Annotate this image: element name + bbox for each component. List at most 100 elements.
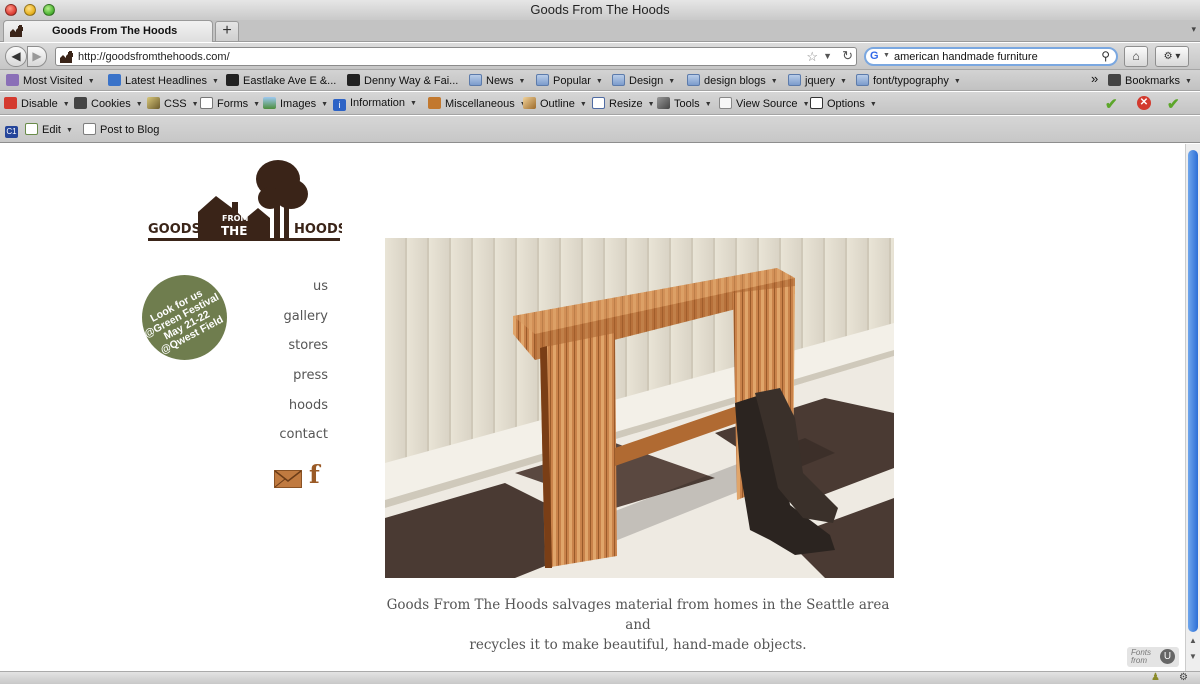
bookmark-label: Design [629, 75, 664, 87]
devtoolbar-cookies-menu[interactable]: Cookies ▼ [74, 97, 143, 111]
post-to-blog-button[interactable]: Post to Blog [83, 123, 159, 137]
logo-hoods-text: HOODS [294, 222, 342, 237]
nav-link-hoods[interactable]: hoods [279, 397, 328, 427]
resize-icon [592, 97, 605, 109]
cookies-icon [74, 97, 87, 109]
devtoolbar-label: Tools [674, 98, 700, 110]
devtoolbar-label: Images [280, 98, 317, 110]
post-icon [83, 123, 96, 135]
extension-menu-button[interactable]: ⚙ ▾ [1155, 46, 1189, 67]
scroll-up-icon[interactable]: ▲ [1189, 636, 1197, 645]
devtoolbar-label: Resize [609, 98, 643, 110]
green-festival-badge[interactable]: Look for us @Green Festival May 21-22 @Qwes… [142, 275, 227, 360]
html-valid-check-icon[interactable]: ✔ [1167, 95, 1180, 113]
chevron-down-icon: ▼ [668, 78, 676, 85]
c1-button[interactable]: C1 [5, 123, 22, 138]
bookmark-item[interactable]: design blogs ▼ [687, 74, 778, 88]
devtoolbar-resize-menu[interactable]: Resize ▼ [592, 97, 655, 111]
chevron-down-icon: ▼ [839, 78, 847, 85]
yslow-icon[interactable]: ♟ [1151, 672, 1160, 683]
tools-icon [657, 97, 670, 109]
rss-icon [108, 74, 121, 86]
bookmark-label: design blogs [704, 75, 766, 87]
nav-link-us[interactable]: us [279, 278, 328, 308]
devtoolbar-options-menu[interactable]: Options ▼ [810, 97, 877, 111]
bookmark-item[interactable]: font/typography ▼ [856, 74, 961, 88]
devtoolbar-css-menu[interactable]: CSS ▼ [147, 97, 199, 111]
bookmarks-overflow-chevron[interactable]: » [1091, 72, 1098, 85]
back-button[interactable]: ◀ [5, 46, 27, 67]
scrollbar-thumb[interactable] [1188, 150, 1198, 632]
url-bar[interactable]: http://goodsfromthehoods.com/ ☆ ▼ ↻ [55, 47, 857, 66]
bookmark-star-icon[interactable]: ☆ [806, 49, 818, 65]
goods-from-the-hoods-logo[interactable]: GOODS FROM THE HOODS [146, 160, 342, 242]
folder-icon [469, 74, 482, 86]
google-search-engine-icon[interactable]: G [870, 50, 879, 62]
home-button[interactable]: ⌂ [1124, 46, 1148, 67]
zoom-window-icon[interactable] [43, 4, 55, 16]
bookmark-item[interactable]: News ▼ [469, 74, 525, 88]
devtoolbar-label: Cookies [91, 98, 131, 110]
bookmark-label: News [486, 75, 514, 87]
css-valid-check-icon[interactable]: ✔ [1105, 95, 1118, 113]
devtoolbar-forms-menu[interactable]: Forms ▼ [200, 97, 260, 111]
tab-bar: Goods From The Hoods + ▾ [0, 20, 1200, 42]
nav-link-contact[interactable]: contact [279, 426, 328, 456]
reload-icon[interactable]: ↻ [842, 48, 853, 64]
folder-icon [612, 74, 625, 86]
search-engine-dropdown-icon[interactable]: ▼ [883, 52, 890, 59]
bookmark-item[interactable]: Design ▼ [612, 74, 675, 88]
new-tab-button[interactable]: + [215, 21, 239, 41]
bookmark-item[interactable]: Most Visited ▼ [6, 74, 95, 88]
bookmark-item[interactable]: Eastlake Ave E &... [226, 74, 336, 88]
devtoolbar-information-menu[interactable]: i Information ▼ [333, 97, 417, 111]
history-dropdown-icon[interactable]: ▼ [823, 51, 832, 61]
logo-goods-text: GOODS [148, 222, 201, 237]
information-icon: i [333, 99, 346, 111]
chevron-down-icon: ▼ [135, 101, 143, 108]
edit-menu-button[interactable]: Edit ▼ [25, 123, 73, 137]
bookmark-label: jquery [805, 75, 835, 87]
fonts-from-badge[interactable]: Fonts from U [1127, 647, 1179, 667]
devtoolbar-outline-menu[interactable]: Outline ▼ [523, 97, 587, 111]
tab-goods-from-the-hoods[interactable]: Goods From The Hoods [3, 20, 213, 42]
bookmark-label: Latest Headlines [125, 75, 207, 87]
nav-link-press[interactable]: press [279, 367, 328, 397]
bookmark-item[interactable]: jquery ▼ [788, 74, 847, 88]
nav-link-gallery[interactable]: gallery [279, 308, 328, 338]
mail-icon[interactable] [274, 470, 302, 488]
nav-link-stores[interactable]: stores [279, 337, 328, 367]
devtoolbar-disable-menu[interactable]: Disable ▼ [4, 97, 70, 111]
search-input[interactable]: american handmade furniture [894, 51, 1038, 63]
close-window-icon[interactable] [5, 4, 17, 16]
chevron-down-icon: ▼ [410, 100, 417, 107]
search-bar[interactable]: G ▼ american handmade furniture ⚲ [864, 47, 1118, 66]
devtoolbar-view-source-menu[interactable]: View Source ▼ [719, 97, 810, 111]
chevron-down-icon: ▼ [191, 101, 199, 108]
bookmark-label: font/typography [873, 75, 949, 87]
bookmarks-icon [1108, 74, 1121, 86]
devtoolbar-miscellaneous-menu[interactable]: Miscellaneous▼ [428, 97, 527, 111]
bookmark-item[interactable]: Latest Headlines ▼ [108, 74, 219, 88]
forward-button[interactable]: ▶ [27, 46, 47, 67]
bookmark-item[interactable]: Denny Way & Fai... [347, 74, 458, 88]
bookmarks-menu-button[interactable]: Bookmarks ▼ [1108, 74, 1192, 88]
devtoolbar-tools-menu[interactable]: Tools ▼ [657, 97, 712, 111]
css-icon [147, 97, 160, 109]
status-extension-icon[interactable]: ⚙ [1179, 672, 1188, 683]
js-error-icon[interactable]: ✕ [1137, 96, 1151, 110]
bookmark-item[interactable]: Popular ▼ [536, 74, 603, 88]
devtoolbar-images-menu[interactable]: Images ▼ [263, 97, 328, 111]
bookmark-label: Eastlake Ave E &... [243, 75, 337, 87]
most-visited-icon [6, 74, 19, 86]
navigation-toolbar: ◀ ▶ http://goodsfromthehoods.com/ ☆ ▼ ↻ … [0, 43, 1200, 70]
options-icon [810, 97, 823, 109]
url-text[interactable]: http://goodsfromthehoods.com/ [78, 51, 230, 63]
minimize-window-icon[interactable] [24, 4, 36, 16]
scroll-down-icon[interactable]: ▼ [1189, 652, 1197, 661]
tab-list-chevron-icon[interactable]: ▾ [1191, 24, 1196, 35]
facebook-icon[interactable]: f [309, 462, 320, 488]
fonts-from-line-2: from [1131, 656, 1147, 665]
search-icon[interactable]: ⚲ [1101, 49, 1110, 63]
vertical-scrollbar[interactable]: ▲ ▼ [1185, 144, 1200, 671]
